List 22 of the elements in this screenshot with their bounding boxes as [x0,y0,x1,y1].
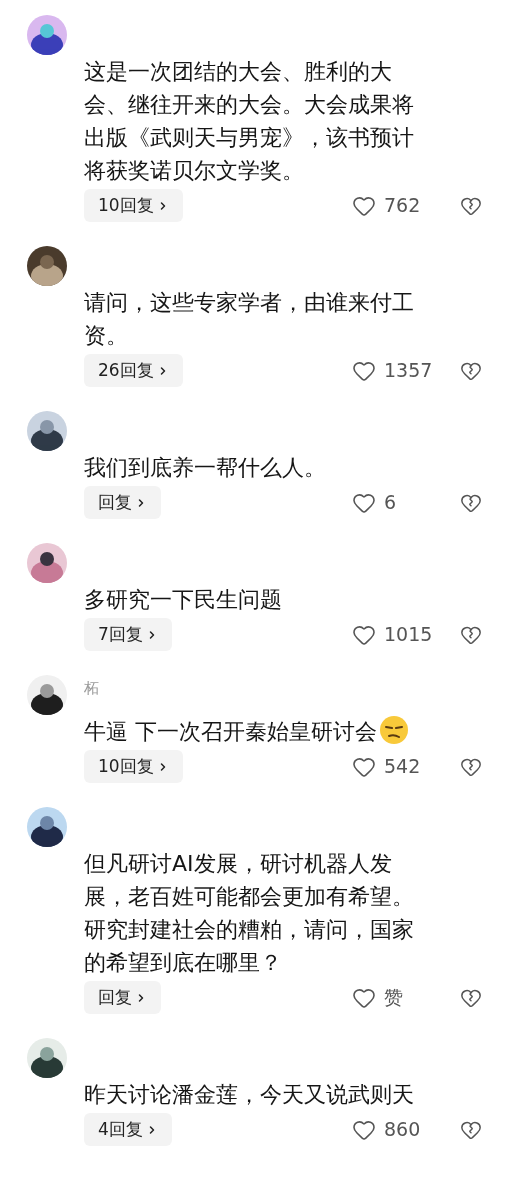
like-button[interactable]: 赞 [352,983,452,1012]
like-button[interactable]: 542 [352,752,452,781]
replies-button[interactable]: 7回复 [84,618,172,651]
comment-text: 这是一次团结的大会、胜利的大会、继往开来的大会。大会成果将出版《武则天与男宠》，该书预计将获奖诺贝尔文学奖。 [84,58,415,185]
comment-text: 昨天讨论潘金莲，今天又说武则天 [84,1081,415,1109]
comment-text: 我们到底养一帮什么人。 [84,454,327,482]
comment-text: 牛逼 下一次召开秦始皇研讨会 [84,715,420,748]
comment-text: 请问，这些专家学者，由谁来付工资。 [84,289,415,350]
replies-button[interactable]: 回复 [84,981,161,1014]
like-button[interactable]: 860 [352,1115,452,1144]
like-button[interactable]: 6 [352,488,452,517]
replies-button[interactable]: 4回复 [84,1113,172,1146]
like-button[interactable]: 1015 [352,620,452,649]
replies-button[interactable]: 26回复 [84,354,183,387]
like-button[interactable]: 1357 [352,356,452,385]
replies-button[interactable]: 回复 [84,486,161,519]
comment-text: 但凡研讨AI发展，研讨机器人发展，老百姓可能都会更加有希望。研究封建社会的糟粕，请问，国家的希望到底在哪里？ [84,850,415,977]
username: 柘 [84,678,99,699]
replies-button[interactable]: 10回复 [84,189,183,222]
like-button[interactable]: 762 [352,191,452,220]
comment-text: 多研究一下民生问题 [84,586,283,614]
replies-button[interactable]: 10回复 [84,750,183,783]
